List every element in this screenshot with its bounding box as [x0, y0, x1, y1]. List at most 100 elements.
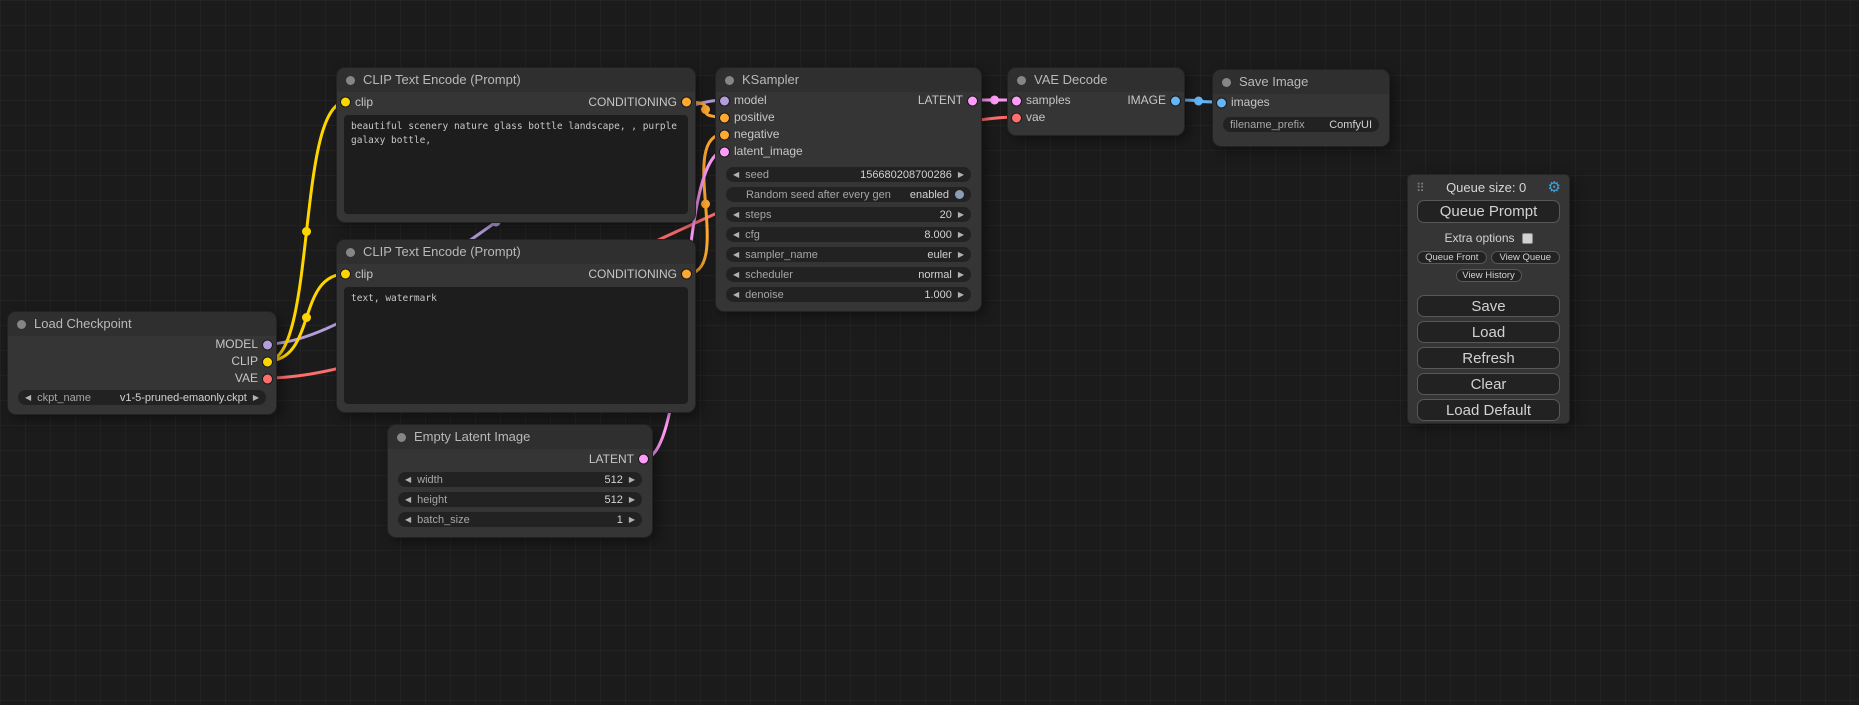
increment-arrow-icon[interactable]: ▶	[253, 393, 259, 402]
decrement-arrow-icon[interactable]: ◀	[733, 270, 739, 279]
increment-arrow-icon[interactable]: ▶	[629, 495, 635, 504]
collapse-icon[interactable]	[17, 320, 26, 329]
clear-button[interactable]: Clear	[1417, 373, 1560, 395]
input-port-images[interactable]	[1217, 98, 1226, 107]
output-port-latent[interactable]	[639, 455, 648, 464]
output-port-clip[interactable]	[263, 357, 272, 366]
queue-prompt-button[interactable]: Queue Prompt	[1417, 200, 1560, 223]
increment-arrow-icon[interactable]: ▶	[958, 250, 964, 259]
widget-width[interactable]: ◀ width 512 ▶	[398, 472, 642, 487]
widget-value: euler	[927, 249, 951, 261]
decrement-arrow-icon[interactable]: ◀	[733, 230, 739, 239]
node-title-bar[interactable]: Empty Latent Image	[388, 425, 652, 449]
view-history-button[interactable]: View History	[1456, 269, 1522, 282]
collapse-icon[interactable]	[1222, 78, 1231, 87]
decrement-arrow-icon[interactable]: ◀	[733, 250, 739, 259]
node-title: VAE Decode	[1034, 72, 1107, 87]
node-empty-latent-image[interactable]: Empty Latent Image LATENT ◀ width 512 ▶ …	[388, 425, 652, 537]
toggle-icon[interactable]	[955, 190, 964, 199]
negative-prompt-textarea[interactable]: text, watermark	[344, 287, 688, 404]
node-graph-canvas[interactable]: Load Checkpoint MODEL CLIP VAE ◀ ckpt_na…	[0, 0, 1859, 705]
increment-arrow-icon[interactable]: ▶	[629, 515, 635, 524]
output-label-model: MODEL	[215, 336, 258, 353]
output-port-latent[interactable]	[968, 96, 977, 105]
collapse-icon[interactable]	[397, 433, 406, 442]
load-button[interactable]: Load	[1417, 321, 1560, 343]
node-title-bar[interactable]: Save Image	[1213, 70, 1389, 94]
output-label-clip: CLIP	[231, 353, 258, 370]
settings-gear-icon[interactable]: ⚙	[1548, 181, 1561, 195]
decrement-arrow-icon[interactable]: ◀	[405, 475, 411, 484]
input-port-model[interactable]	[720, 96, 729, 105]
widget-ckpt-name[interactable]: ◀ ckpt_name v1-5-pruned-emaonly.ckpt ▶	[18, 390, 266, 405]
decrement-arrow-icon[interactable]: ◀	[733, 210, 739, 219]
decrement-arrow-icon[interactable]: ◀	[405, 515, 411, 524]
widget-name: steps	[745, 209, 933, 221]
decrement-arrow-icon[interactable]: ◀	[25, 393, 31, 402]
wire-midpoint-dot	[701, 200, 710, 209]
input-port-negative[interactable]	[720, 130, 729, 139]
output-port-conditioning[interactable]	[682, 270, 691, 279]
drag-handle-icon[interactable]: ⠿	[1416, 181, 1425, 195]
increment-arrow-icon[interactable]: ▶	[958, 230, 964, 239]
node-ksampler[interactable]: KSampler model LATENT positive negative …	[716, 68, 981, 311]
node-title-bar[interactable]: CLIP Text Encode (Prompt)	[337, 68, 695, 92]
increment-arrow-icon[interactable]: ▶	[629, 475, 635, 484]
extra-options-checkbox[interactable]	[1522, 233, 1533, 244]
view-queue-button[interactable]: View Queue	[1491, 251, 1561, 264]
input-label-samples: samples	[1026, 92, 1071, 109]
extra-options-row: Extra options	[1408, 231, 1569, 245]
widget-denoise[interactable]: ◀ denoise 1.000 ▶	[726, 287, 971, 302]
input-port-positive[interactable]	[720, 113, 729, 122]
widget-steps[interactable]: ◀ steps 20 ▶	[726, 207, 971, 222]
node-title-bar[interactable]: VAE Decode	[1008, 68, 1184, 92]
widget-value: 512	[604, 474, 622, 486]
increment-arrow-icon[interactable]: ▶	[958, 170, 964, 179]
load-default-button[interactable]: Load Default	[1417, 399, 1560, 421]
queue-front-button[interactable]: Queue Front	[1417, 251, 1487, 264]
collapse-icon[interactable]	[346, 248, 355, 257]
output-label-latent: LATENT	[589, 449, 634, 469]
decrement-arrow-icon[interactable]: ◀	[405, 495, 411, 504]
widget-seed[interactable]: ◀ seed 156680208700286 ▶	[726, 167, 971, 182]
refresh-button[interactable]: Refresh	[1417, 347, 1560, 369]
input-port-samples[interactable]	[1012, 96, 1021, 105]
widget-cfg[interactable]: ◀ cfg 8.000 ▶	[726, 227, 971, 242]
widget-height[interactable]: ◀ height 512 ▶	[398, 492, 642, 507]
increment-arrow-icon[interactable]: ▶	[958, 210, 964, 219]
node-title-bar[interactable]: CLIP Text Encode (Prompt)	[337, 240, 695, 264]
output-port-conditioning[interactable]	[682, 98, 691, 107]
node-load-checkpoint[interactable]: Load Checkpoint MODEL CLIP VAE ◀ ckpt_na…	[8, 312, 276, 414]
positive-prompt-textarea[interactable]: beautiful scenery nature glass bottle la…	[344, 115, 688, 214]
input-port-latent-image[interactable]	[720, 147, 729, 156]
input-label-latent-image: latent_image	[734, 143, 803, 160]
port-row: negative	[716, 126, 981, 143]
collapse-icon[interactable]	[346, 76, 355, 85]
collapse-icon[interactable]	[1017, 76, 1026, 85]
widget-batch-size[interactable]: ◀ batch_size 1 ▶	[398, 512, 642, 527]
decrement-arrow-icon[interactable]: ◀	[733, 170, 739, 179]
output-port-vae[interactable]	[263, 374, 272, 383]
node-save-image[interactable]: Save Image images filename_prefix ComfyU…	[1213, 70, 1389, 146]
output-port-image[interactable]	[1171, 96, 1180, 105]
input-port-clip[interactable]	[341, 270, 350, 279]
widget-sampler-name[interactable]: ◀ sampler_name euler ▶	[726, 247, 971, 262]
increment-arrow-icon[interactable]: ▶	[958, 290, 964, 299]
node-vae-decode[interactable]: VAE Decode samples IMAGE vae	[1008, 68, 1184, 135]
node-title-bar[interactable]: KSampler	[716, 68, 981, 92]
node-title-bar[interactable]: Load Checkpoint	[8, 312, 276, 336]
input-port-clip[interactable]	[341, 98, 350, 107]
widget-filename-prefix[interactable]: filename_prefix ComfyUI	[1223, 117, 1379, 132]
node-clip-text-encode-positive[interactable]: CLIP Text Encode (Prompt) clip CONDITION…	[337, 68, 695, 222]
widget-scheduler[interactable]: ◀ scheduler normal ▶	[726, 267, 971, 282]
increment-arrow-icon[interactable]: ▶	[958, 270, 964, 279]
widget-random-seed-toggle[interactable]: Random seed after every gen enabled	[726, 187, 971, 202]
collapse-icon[interactable]	[725, 76, 734, 85]
decrement-arrow-icon[interactable]: ◀	[733, 290, 739, 299]
save-button[interactable]: Save	[1417, 295, 1560, 317]
input-port-vae[interactable]	[1012, 113, 1021, 122]
node-title: CLIP Text Encode (Prompt)	[363, 244, 521, 259]
node-clip-text-encode-negative[interactable]: CLIP Text Encode (Prompt) clip CONDITION…	[337, 240, 695, 412]
output-port-model[interactable]	[263, 340, 272, 349]
port-row: VAE	[8, 370, 276, 387]
